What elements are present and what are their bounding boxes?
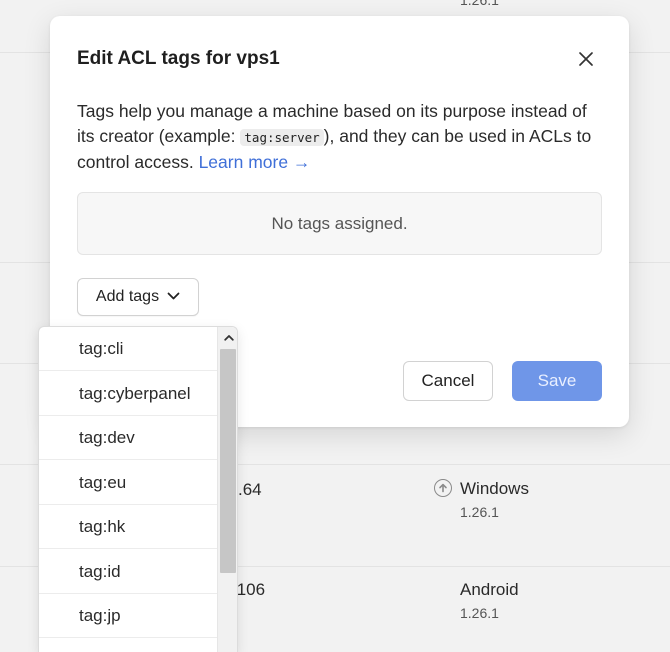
tag-option[interactable]: tag:dev <box>39 416 217 460</box>
tags-dropdown-list[interactable]: tag:cli tag:cyberpanel tag:dev tag:eu ta… <box>38 326 238 652</box>
add-tags-label: Add tags <box>95 288 160 305</box>
tag-option[interactable]: tag:eu <box>39 461 217 505</box>
dialog-title: Edit ACL tags for vps1 <box>77 48 280 69</box>
tag-option[interactable]: tag:jp <box>39 594 217 638</box>
learn-more-link[interactable]: Learn more → <box>199 152 311 172</box>
tag-option[interactable]: tag:cli <box>39 327 217 371</box>
scrollbar-thumb[interactable] <box>220 349 236 573</box>
dialog-description: Tags help you manage a machine based on … <box>77 99 607 175</box>
save-button[interactable]: Save <box>512 361 602 401</box>
save-label: Save <box>537 371 577 390</box>
os-name: Android <box>460 580 519 599</box>
update-available-icon <box>434 479 452 497</box>
dropdown-scrollbar[interactable] <box>217 327 237 652</box>
tag-option[interactable]: tag:hk <box>39 505 217 549</box>
chevron-up-icon <box>223 328 234 346</box>
tag-option[interactable]: tag:cyberpanel <box>39 372 217 416</box>
address-fragment: .64 <box>238 480 262 499</box>
scroll-up-button[interactable] <box>218 327 237 347</box>
add-tags-button[interactable]: Add tags <box>77 278 199 316</box>
cancel-button[interactable]: Cancel <box>403 361 493 401</box>
tag-option[interactable]: tag:id <box>39 550 217 594</box>
close-button[interactable] <box>574 49 598 73</box>
os-name: Windows <box>460 479 529 498</box>
version-text: 1.26.1 <box>460 504 499 520</box>
close-icon <box>578 51 594 72</box>
chevron-down-icon <box>167 288 180 306</box>
version-text: 1.26.1 <box>460 605 499 621</box>
cancel-label: Cancel <box>421 371 475 390</box>
tags-empty-state: No tags assigned. <box>77 192 602 255</box>
example-tag-code: tag:server <box>240 129 324 146</box>
empty-state-text: No tags assigned. <box>271 213 408 233</box>
version-text: 1.26.1 <box>460 0 499 8</box>
